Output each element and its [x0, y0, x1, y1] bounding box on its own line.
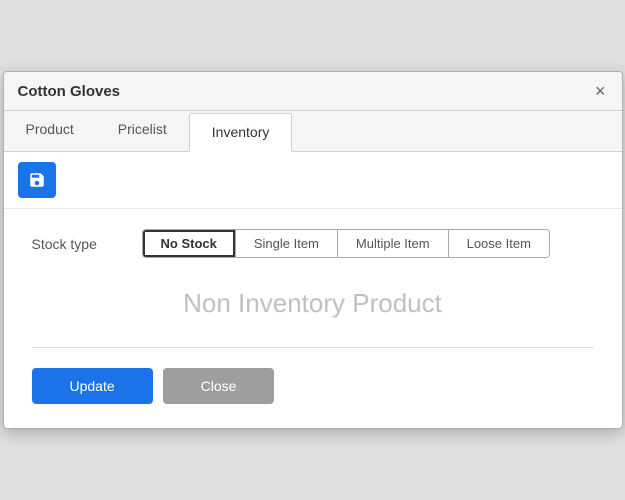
close-button[interactable]: Close [163, 368, 275, 404]
action-buttons: Update Close [32, 368, 594, 404]
stock-option-multiple-item[interactable]: Multiple Item [338, 230, 449, 257]
stock-option-single-item[interactable]: Single Item [236, 230, 338, 257]
update-button[interactable]: Update [32, 368, 153, 404]
tab-pricelist[interactable]: Pricelist [96, 111, 189, 152]
dialog: Cotton Gloves × Product Pricelist Invent… [3, 71, 623, 429]
stock-type-options: No Stock Single Item Multiple Item Loose… [142, 229, 550, 258]
main-content: Stock type No Stock Single Item Multiple… [4, 209, 622, 428]
dialog-title: Cotton Gloves [18, 83, 121, 100]
save-icon [28, 170, 46, 190]
dialog-close-button[interactable]: × [593, 82, 608, 100]
stock-option-loose-item[interactable]: Loose Item [449, 230, 549, 257]
tab-product[interactable]: Product [4, 111, 96, 152]
title-bar: Cotton Gloves × [4, 72, 622, 111]
tab-inventory[interactable]: Inventory [189, 113, 293, 152]
non-inventory-label: Non Inventory Product [32, 288, 594, 319]
stock-type-row: Stock type No Stock Single Item Multiple… [32, 229, 594, 258]
stock-option-no-stock[interactable]: No Stock [143, 230, 236, 257]
divider [32, 347, 594, 348]
save-button[interactable] [18, 162, 56, 198]
tab-bar: Product Pricelist Inventory [4, 111, 622, 152]
toolbar [4, 152, 622, 209]
stock-type-label: Stock type [32, 236, 142, 252]
